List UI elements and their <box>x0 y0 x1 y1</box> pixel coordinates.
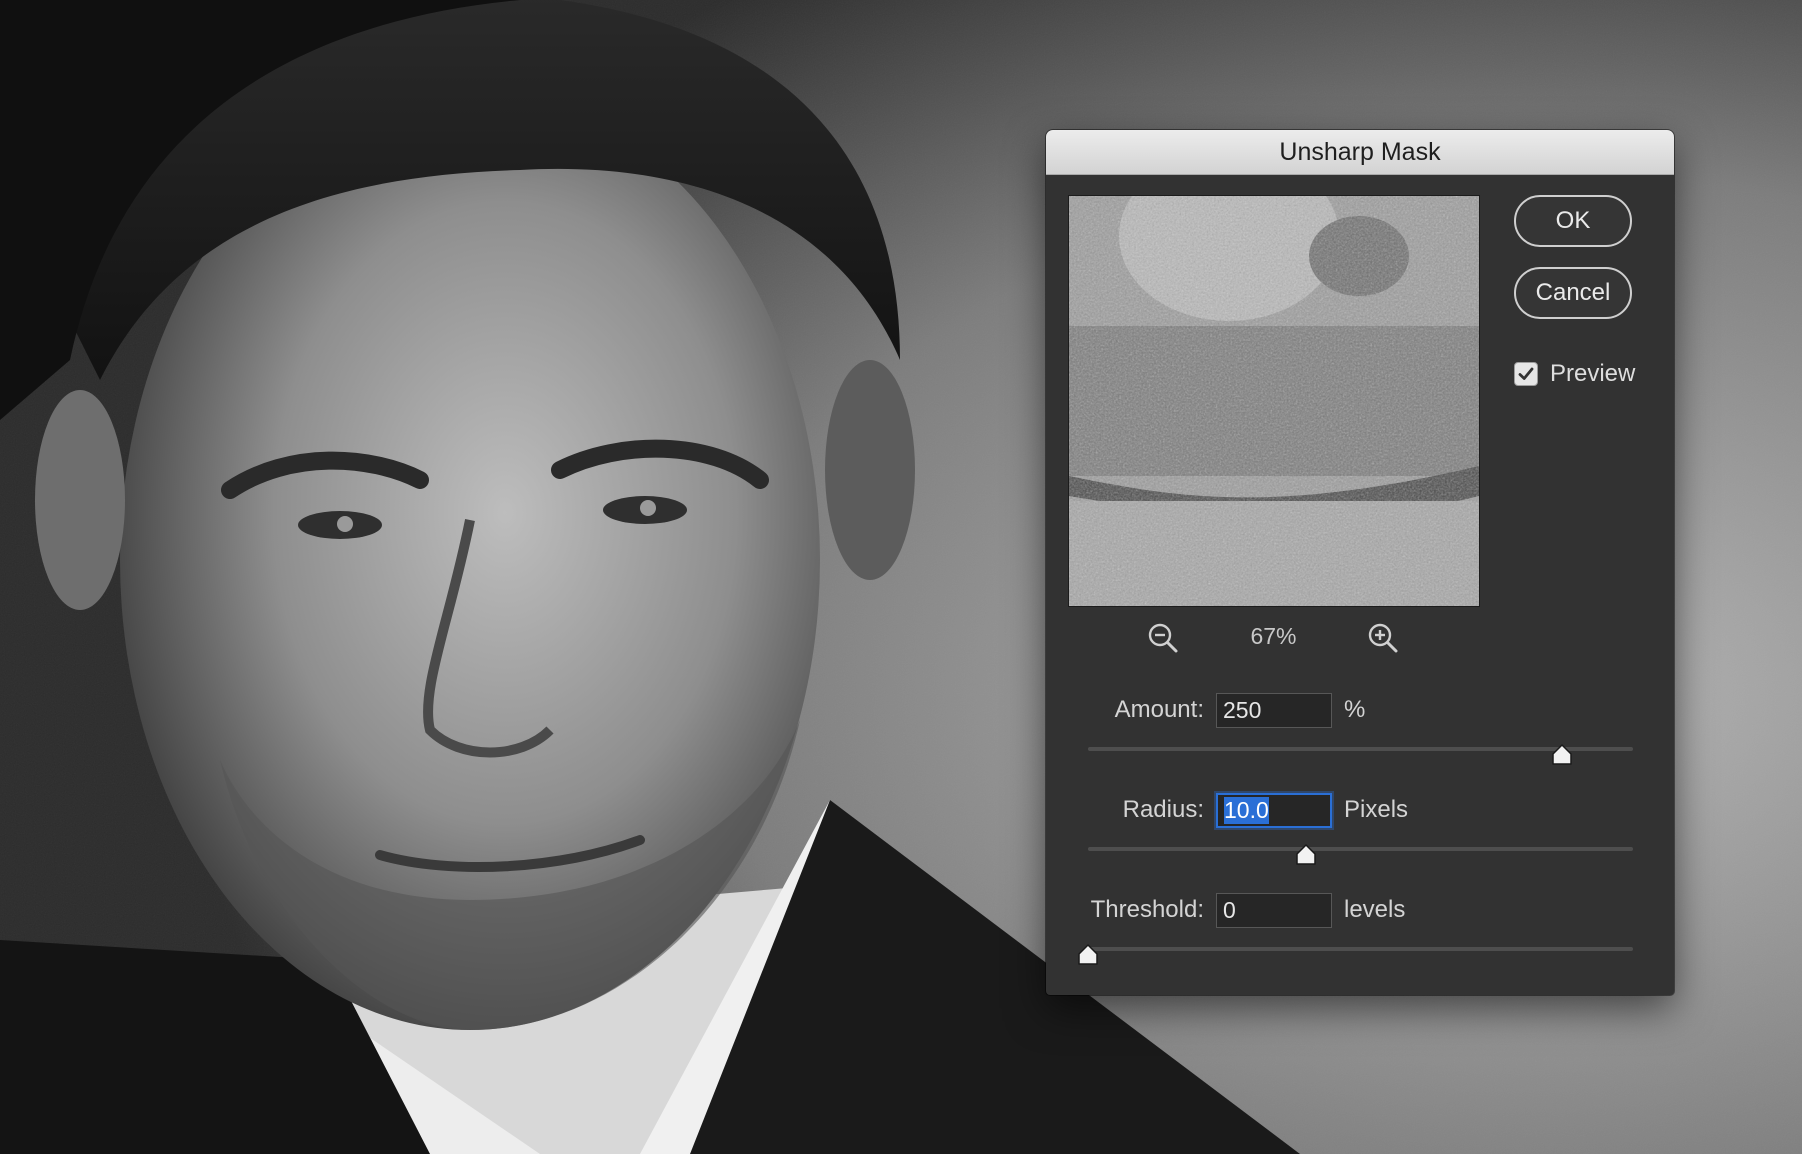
dialog-title: Unsharp Mask <box>1279 137 1441 166</box>
radius-label: Radius: <box>1122 796 1204 823</box>
zoom-in-icon[interactable] <box>1366 621 1400 655</box>
dialog-titlebar[interactable]: Unsharp Mask <box>1046 130 1674 175</box>
ok-button[interactable]: OK <box>1514 195 1632 247</box>
preview-label: Preview <box>1550 360 1636 387</box>
preview-checkbox[interactable] <box>1514 362 1538 386</box>
unsharp-mask-dialog: Unsharp Mask 67% OK Cancel Preview Amoun… <box>1046 130 1674 995</box>
threshold-input[interactable] <box>1216 893 1332 928</box>
zoom-level: 67% <box>1250 623 1297 649</box>
preview-toggle[interactable]: Preview <box>1514 360 1635 388</box>
cancel-button[interactable]: Cancel <box>1514 267 1632 319</box>
amount-label: Amount: <box>1114 696 1204 723</box>
radius-unit: Pixels <box>1344 796 1409 823</box>
amount-slider[interactable] <box>1088 744 1633 765</box>
zoom-out-icon[interactable] <box>1146 621 1180 655</box>
checkmark-icon <box>1518 367 1534 380</box>
radius-input[interactable] <box>1216 793 1332 828</box>
threshold-label: Threshold: <box>1090 896 1204 923</box>
amount-input[interactable] <box>1216 693 1332 728</box>
threshold-slider[interactable] <box>1078 944 1633 965</box>
amount-unit: % <box>1344 696 1366 723</box>
threshold-slider-thumb[interactable] <box>1077 944 1099 966</box>
radius-slider[interactable] <box>1088 844 1633 865</box>
threshold-unit: levels <box>1344 896 1406 923</box>
radius-slider-thumb[interactable] <box>1295 844 1317 866</box>
preview-image <box>1069 196 1479 606</box>
preview-thumbnail[interactable] <box>1068 195 1480 607</box>
amount-slider-thumb[interactable] <box>1551 744 1573 766</box>
